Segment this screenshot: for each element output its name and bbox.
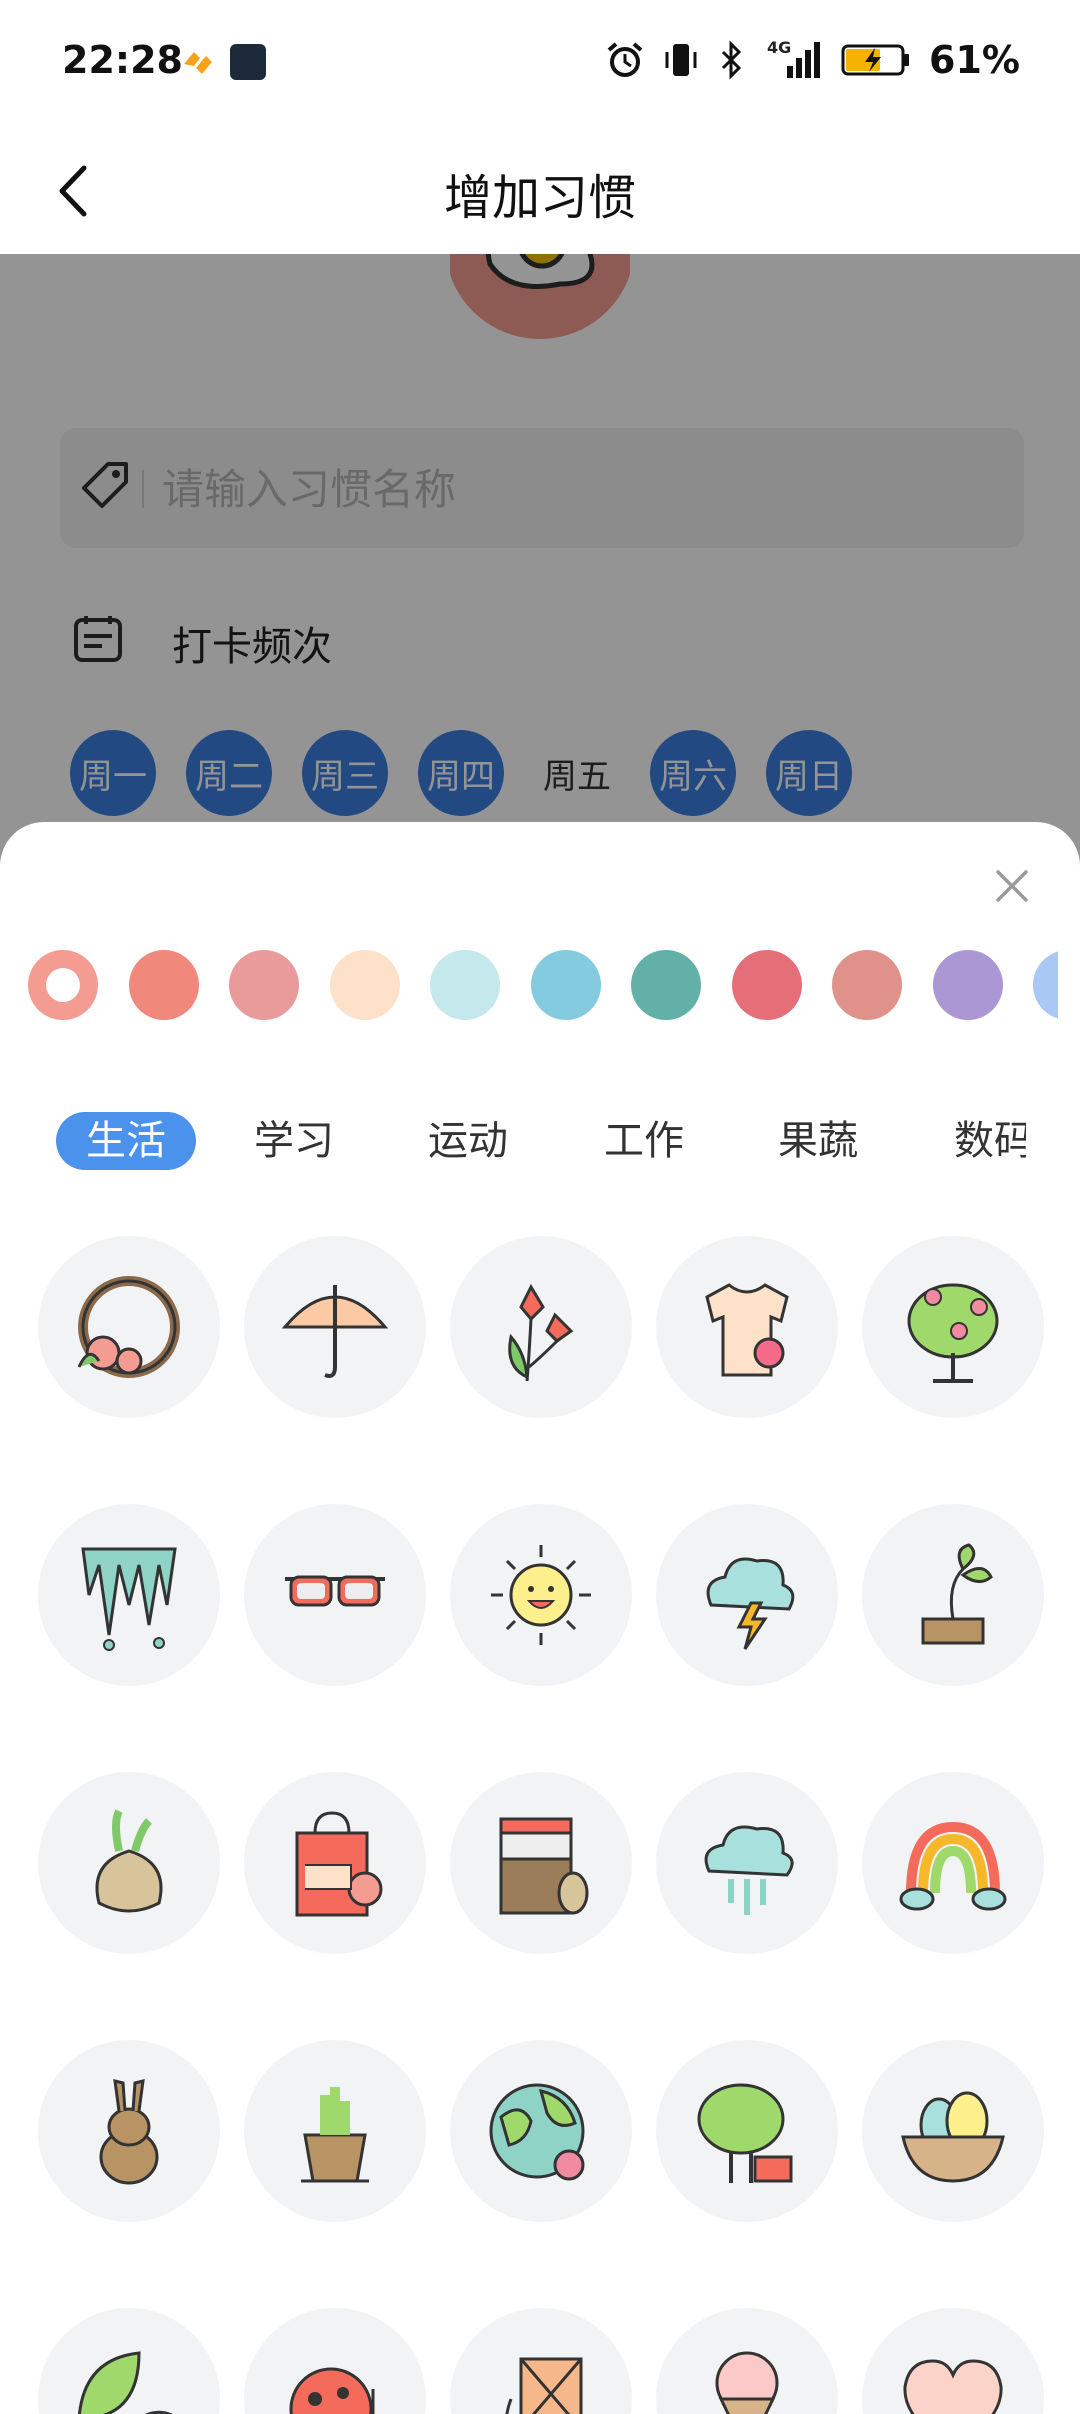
icon-option[interactable] [862,1772,1044,1954]
category-tab[interactable]: 学习 [224,1112,364,1170]
color-swatch[interactable] [229,950,299,1020]
color-swatch[interactable] [731,950,802,1020]
category-tab[interactable]: 工作 [574,1112,714,1170]
color-swatch[interactable] [430,950,500,1020]
icon-option[interactable] [862,1236,1044,1418]
signal-icon: 4G [763,38,823,80]
icon-option[interactable] [862,1504,1044,1686]
onion-icon [95,1809,163,1913]
icon-option[interactable] [38,2308,220,2414]
icon-option[interactable] [450,1236,632,1418]
category-tab[interactable]: 果蔬 [748,1112,888,1170]
kite-icon [505,2357,583,2414]
rain-cloud-icon [704,1825,794,1915]
flower-tree-icon [907,1283,999,1383]
icon-option[interactable] [38,1504,220,1686]
color-swatch[interactable] [28,950,98,1020]
close-button[interactable] [984,858,1040,914]
icon-option[interactable] [244,1236,426,1418]
color-swatch[interactable] [832,950,902,1020]
color-swatch[interactable] [631,950,701,1020]
color-swatch[interactable] [1033,950,1058,1020]
sprout-icon [921,1543,993,1645]
sun-icon [491,1545,591,1645]
umbrella-icon [281,1285,389,1378]
battery-icon [841,44,910,76]
icicles-icon [81,1547,177,1651]
color-swatch[interactable] [932,950,1003,1020]
page-title: 增加习惯 [443,170,636,226]
icon-option[interactable] [656,2040,838,2222]
jar-icon [499,1817,589,1915]
icon-option[interactable] [244,1772,426,1954]
icon-option[interactable] [38,1772,220,1954]
alarm-icon [607,42,643,77]
nest-eggs-icon [901,2091,1005,2183]
earth-icon [489,2083,585,2181]
icon-option[interactable] [450,2308,632,2414]
app-notification-icon [230,44,266,80]
icon-option[interactable] [244,2040,426,2222]
vibrate-icon [665,44,697,76]
icon-option[interactable] [450,1504,632,1686]
wreath-icon [77,1276,180,1378]
category-tab[interactable]: 数码 [924,1112,1026,1170]
thunder-cloud-icon [706,1557,795,1650]
icon-option[interactable] [656,1772,838,1954]
icon-option[interactable] [656,1236,838,1418]
icon-option[interactable] [450,2040,632,2222]
app-notification-icon [184,52,212,74]
icon-option[interactable] [244,1504,426,1686]
color-swatch[interactable] [128,950,199,1020]
status-indicators: 4G 61% [605,38,1020,82]
icon-option[interactable] [656,1504,838,1686]
status-time: 22:28 [62,38,183,82]
sunglasses-icon [285,1575,385,1607]
color-swatch[interactable] [329,950,400,1020]
category-tab[interactable]: 生活 [56,1112,196,1170]
icon-option[interactable] [244,2308,426,2414]
ladybug-icon [289,2367,375,2414]
icon-option[interactable] [862,2308,1044,2414]
category-tabs: 生活 学习 运动 工作 果蔬 数码 [56,1112,1026,1192]
rainbow-icon [899,1821,1007,1911]
status-bar: 22:28 4G 61% [0,0,1080,128]
tshirt-icon [705,1283,789,1377]
battery-percentage: 61% [929,38,1020,82]
bluetooth-icon [721,40,742,80]
icon-picker-sheet: 生活 学习 运动 工作 果蔬 数码 [0,822,1080,2414]
icon-option[interactable] [38,2040,220,2222]
heart-icon [903,2359,1003,2414]
icon-option[interactable] [862,2040,1044,2222]
tulip-icon [508,1283,574,1382]
plant-pot-icon [301,2087,369,2183]
icon-option[interactable] [38,1236,220,1418]
shopping-bag-icon [295,1811,383,1917]
color-swatch[interactable] [530,950,601,1020]
icon-option[interactable] [656,2308,838,2414]
leaves-icon [78,2351,174,2414]
color-palette [28,950,1058,1030]
rabbit-icon [99,2079,159,2185]
header: 增加习惯 [0,128,1080,254]
icon-option[interactable] [450,1772,632,1954]
picnic-tree-icon [697,2083,793,2183]
category-tab[interactable]: 运动 [398,1112,538,1170]
ice-cream-icon [715,2351,779,2414]
